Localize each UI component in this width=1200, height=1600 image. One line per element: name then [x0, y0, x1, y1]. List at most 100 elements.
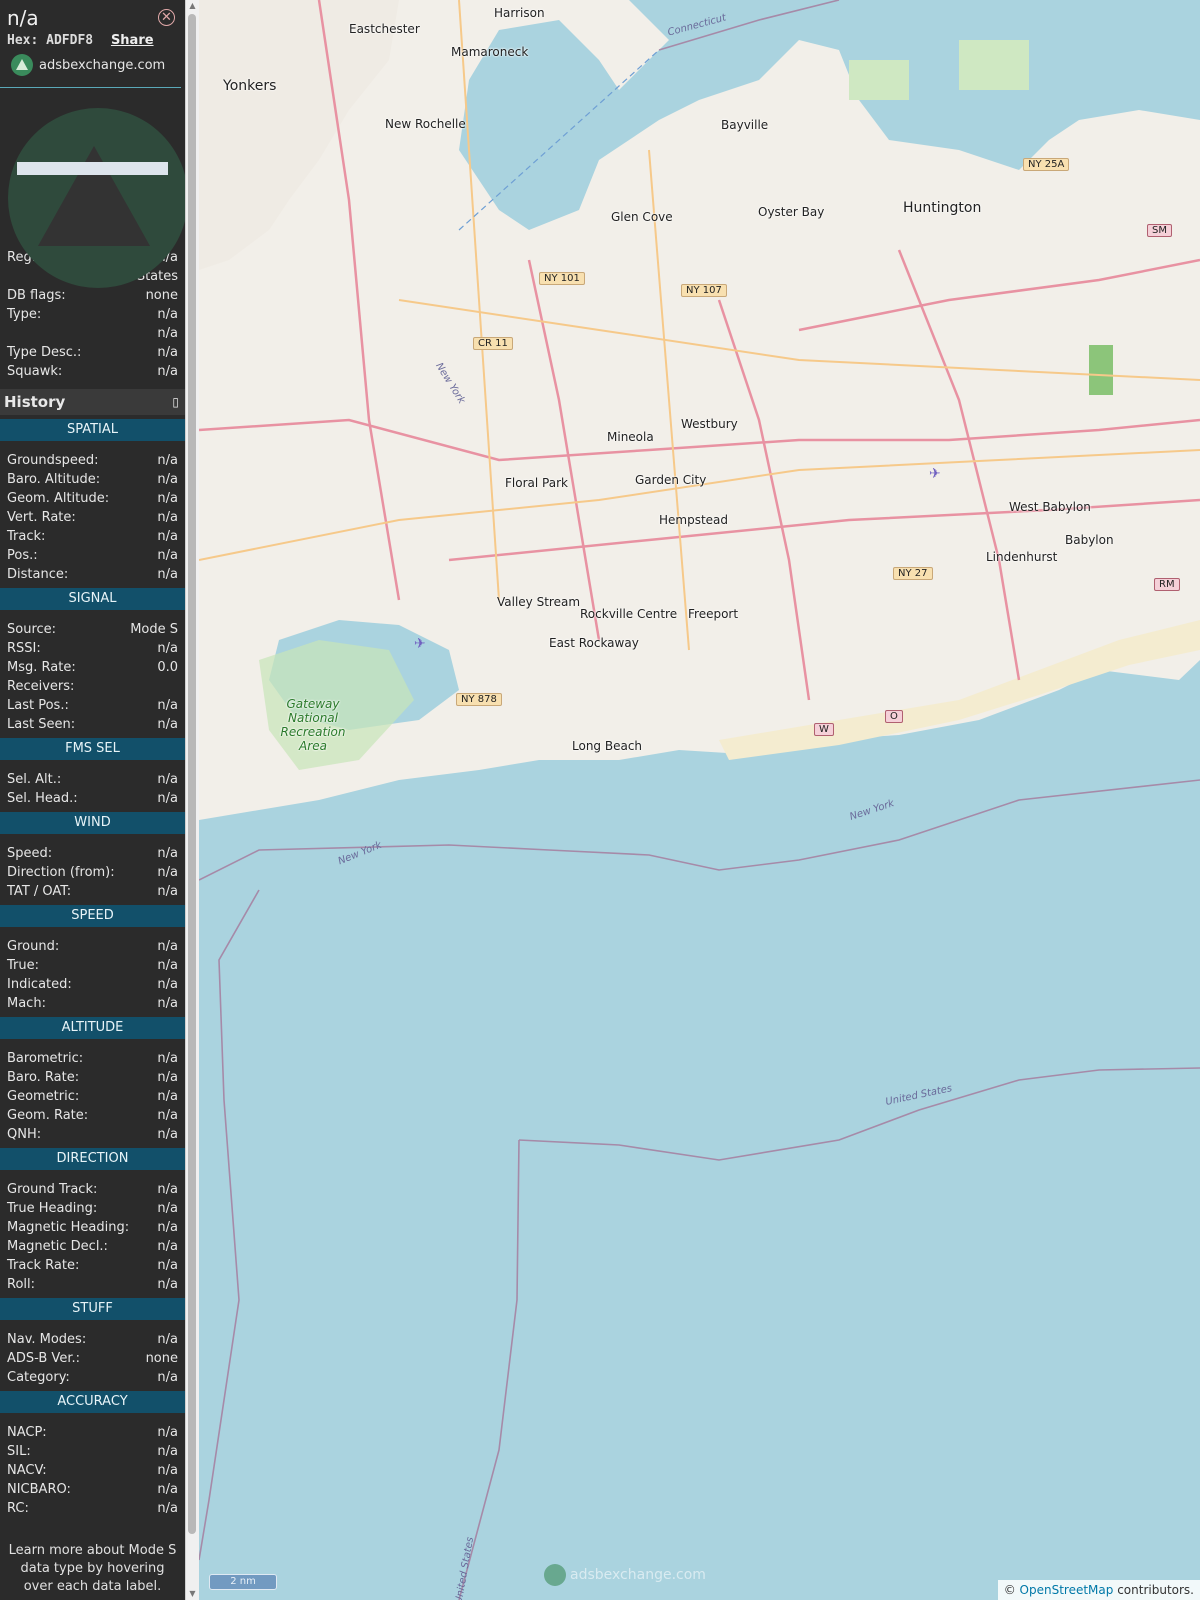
shield-w: W — [814, 723, 834, 736]
watermark-text: adsbexchange.com — [570, 1567, 706, 1583]
row-label[interactable]: Geom. Rate: — [7, 1106, 88, 1125]
row-label[interactable]: Ground: — [7, 937, 59, 956]
history-label: History — [4, 393, 66, 411]
map-view[interactable]: ✈ ✈ Harrison Eastchester Mamaroneck Yonk… — [199, 0, 1200, 1600]
row-label[interactable]: Baro. Rate: — [7, 1068, 79, 1087]
data-row: Last Seen: n/a — [0, 715, 185, 734]
row-label[interactable]: True Heading: — [7, 1199, 97, 1218]
shield-ny101: NY 101 — [539, 272, 585, 285]
data-row: Direction (from): n/a — [0, 863, 185, 882]
row-label[interactable]: Track: — [7, 527, 45, 546]
place-garden-city: Garden City — [635, 473, 707, 487]
shield-sm: SM — [1147, 224, 1172, 237]
row-value: n/a — [157, 698, 178, 713]
app-window: n/a ✕ Hex: ADFDF8 Share adsbexchange.com… — [0, 0, 1200, 1600]
callsign: n/a — [7, 6, 39, 30]
place-yonkers: Yonkers — [223, 78, 277, 94]
place-east-rockaway: East Rockaway — [549, 636, 639, 650]
map-watermark: adsbexchange.com — [544, 1564, 706, 1586]
row-label[interactable]: Nav. Modes: — [7, 1330, 86, 1349]
row-label[interactable]: Type: — [7, 305, 41, 324]
row-label[interactable]: Last Seen: — [7, 715, 75, 734]
scroll-thumb[interactable] — [188, 14, 196, 1534]
data-row: SIL: n/a — [0, 1442, 185, 1461]
row-label[interactable]: Direction (from): — [7, 863, 115, 882]
data-row: Indicated: n/a — [0, 975, 185, 994]
row-value: n/a — [157, 791, 178, 806]
data-row: Baro. Rate: n/a — [0, 1068, 185, 1087]
attribution-suffix: contributors. — [1117, 1583, 1194, 1597]
section-header: ALTITUDE — [0, 1017, 185, 1039]
data-row: Ground: n/a — [0, 937, 185, 956]
row-value: n/a — [157, 1463, 178, 1478]
scroll-down-icon[interactable]: ▼ — [186, 1588, 199, 1600]
row-label[interactable]: Track Rate: — [7, 1256, 79, 1275]
row-label[interactable]: Last Pos.: — [7, 696, 69, 715]
row-label[interactable]: Speed: — [7, 844, 52, 863]
row-label[interactable]: Magnetic Decl.: — [7, 1237, 108, 1256]
shield-ny107: NY 107 — [681, 284, 727, 297]
place-oyster-bay: Oyster Bay — [758, 205, 825, 219]
row-label[interactable]: RC: — [7, 1499, 29, 1518]
data-row: DB flags: none — [0, 286, 185, 305]
row-label[interactable]: Distance: — [7, 565, 68, 584]
place-westbury: Westbury — [681, 417, 738, 431]
row-label[interactable]: Magnetic Heading: — [7, 1218, 129, 1237]
scroll-up-icon[interactable]: ▲ — [186, 0, 199, 12]
row-value: 0.0 — [157, 660, 178, 675]
row-label[interactable]: Barometric: — [7, 1049, 83, 1068]
row-label[interactable]: NICBARO: — [7, 1480, 71, 1499]
row-value: n/a — [157, 1444, 178, 1459]
row-label[interactable]: RSSI: — [7, 639, 41, 658]
row-label[interactable]: True: — [7, 956, 39, 975]
row-value: n/a — [157, 510, 178, 525]
row-label[interactable]: Indicated: — [7, 975, 72, 994]
place-long-beach: Long Beach — [572, 739, 643, 753]
row-label[interactable]: SIL: — [7, 1442, 31, 1461]
source-link[interactable]: adsbexchange.com — [7, 54, 174, 76]
row-label[interactable]: QNH: — [7, 1125, 41, 1144]
row-label[interactable]: Category: — [7, 1368, 70, 1387]
row-label[interactable]: NACP: — [7, 1423, 47, 1442]
row-value: n/a — [157, 977, 178, 992]
row-label[interactable]: Sel. Alt.: — [7, 770, 61, 789]
row-label[interactable]: Groundspeed: — [7, 451, 98, 470]
row-label[interactable]: Baro. Altitude: — [7, 470, 100, 489]
row-label[interactable]: Geometric: — [7, 1087, 79, 1106]
row-label[interactable]: Mach: — [7, 994, 46, 1013]
row-value: none — [145, 1351, 178, 1366]
row-label[interactable]: Squawk: — [7, 362, 62, 381]
sidebar-scrollbar[interactable]: ▲ ▼ — [185, 0, 199, 1600]
row-value: n/a — [157, 1501, 178, 1516]
data-row: Magnetic Heading: n/a — [0, 1218, 185, 1237]
row-label[interactable]: DB flags: — [7, 286, 66, 305]
row-value: n/a — [157, 1070, 178, 1085]
shield-ny878: NY 878 — [456, 693, 502, 706]
row-value: n/a — [157, 1370, 178, 1385]
row-label[interactable]: Msg. Rate: — [7, 658, 76, 677]
row-label[interactable]: NACV: — [7, 1461, 47, 1480]
row-label[interactable]: Ground Track: — [7, 1180, 97, 1199]
row-label[interactable]: Pos.: — [7, 546, 38, 565]
row-label[interactable]: TAT / OAT: — [7, 882, 71, 901]
row-label[interactable]: Source: — [7, 620, 56, 639]
place-mamaroneck: Mamaroneck — [451, 45, 529, 59]
row-label[interactable]: Geom. Altitude: — [7, 489, 109, 508]
row-label[interactable]: ADS-B Ver.: — [7, 1349, 80, 1368]
data-row: Magnetic Decl.: n/a — [0, 1237, 185, 1256]
row-label[interactable]: Receivers: — [7, 677, 74, 696]
history-toggle[interactable]: History ▯ — [0, 389, 185, 415]
data-row: Speed: n/a — [0, 844, 185, 863]
data-row: True: n/a — [0, 956, 185, 975]
data-row: Barometric: n/a — [0, 1049, 185, 1068]
row-label[interactable]: Roll: — [7, 1275, 35, 1294]
close-icon[interactable]: ✕ — [158, 9, 175, 26]
share-link[interactable]: Share — [111, 33, 154, 48]
row-label[interactable]: Vert. Rate: — [7, 508, 76, 527]
row-value: n/a — [157, 1051, 178, 1066]
row-label[interactable]: Sel. Head.: — [7, 789, 78, 808]
osm-link[interactable]: OpenStreetMap — [1020, 1583, 1114, 1597]
hex-label: Hex: — [7, 33, 39, 48]
row-label[interactable]: Type Desc.: — [7, 343, 81, 362]
data-row: n/a — [0, 324, 185, 343]
